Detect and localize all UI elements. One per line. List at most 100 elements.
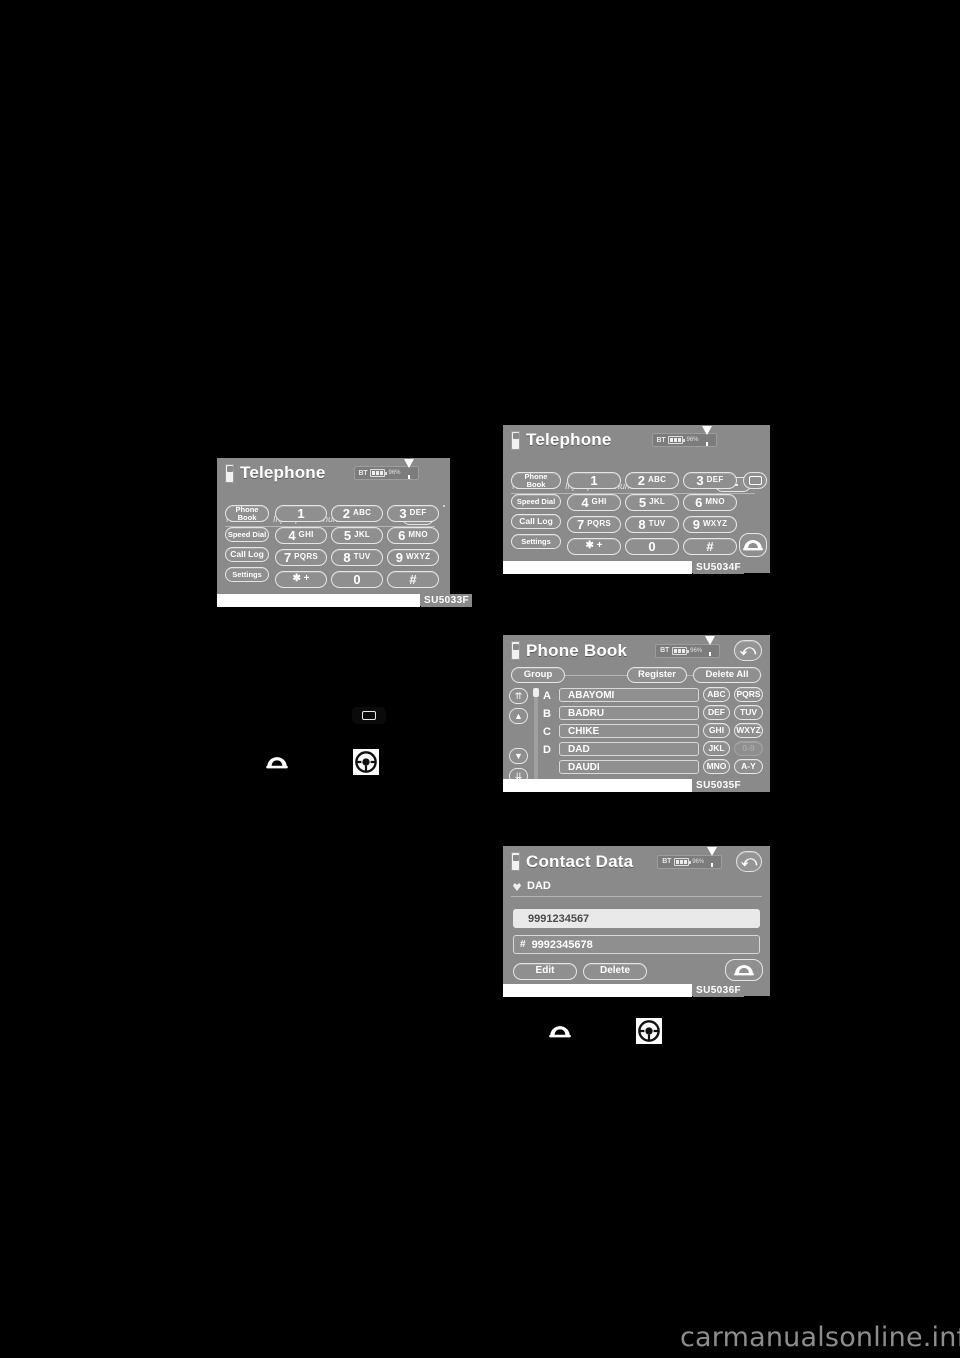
back-arrow-icon: ⤺ xyxy=(740,642,757,659)
speed-dial-button[interactable]: Speed Dial xyxy=(511,494,561,509)
alpha-key-mno[interactable]: MNO xyxy=(703,759,730,774)
call-button[interactable] xyxy=(725,959,763,981)
caption-bar xyxy=(503,984,692,997)
entry-letter: B xyxy=(543,708,551,720)
keypad-key-6[interactable]: 6 MNO xyxy=(683,494,737,511)
figure-contact-data: Contact Data BT 96% ⤺ DAD 9991234567 # 9… xyxy=(503,846,770,996)
scroll-down-icon: ▼ xyxy=(514,750,523,761)
battery-icon xyxy=(668,436,686,444)
keypad-key-star[interactable]: ✱ + xyxy=(567,538,621,555)
delete-button[interactable]: Delete xyxy=(583,963,647,980)
keypad-key-6[interactable]: 6 MNO xyxy=(387,527,439,544)
phone-book-entry[interactable]: CHIKE xyxy=(559,724,699,738)
keypad-key-4[interactable]: 4 GHI xyxy=(275,527,327,544)
group-button[interactable]: Group xyxy=(511,667,565,683)
register-button[interactable]: Register xyxy=(627,667,687,683)
scroll-down-button[interactable]: ▼ xyxy=(509,748,528,764)
keypad-key-star[interactable]: ✱ + xyxy=(275,571,327,588)
edit-button[interactable]: Edit xyxy=(513,963,577,980)
alpha-key-a-y[interactable]: A-Y xyxy=(734,759,763,774)
alpha-key-jkl[interactable]: JKL xyxy=(703,741,730,756)
phone-book-entry[interactable]: DAUDI xyxy=(559,760,699,774)
key-letters: GHI xyxy=(591,497,607,507)
key-digit: 5 xyxy=(343,527,352,543)
alpha-key-tuv[interactable]: TUV xyxy=(734,705,763,720)
key-letters: JKL xyxy=(354,530,371,540)
status-bar: BT 96% xyxy=(651,425,717,452)
key-digit: 9 xyxy=(692,516,700,532)
keypad-key-5[interactable]: 5 JKL xyxy=(331,527,383,544)
alpha-key-abc[interactable]: ABC xyxy=(703,687,730,702)
phone-book-entry[interactable]: BADRU xyxy=(559,706,699,720)
key-letters: WXYZ xyxy=(702,519,728,529)
display-off-icon-button[interactable] xyxy=(443,505,445,507)
caption-bar xyxy=(217,594,420,607)
keypad-key-7[interactable]: 7 PQRS xyxy=(567,516,621,533)
phone-book-entry[interactable]: ABAYOMI xyxy=(559,688,699,702)
contact-number-row[interactable]: 9991234567 xyxy=(513,909,760,928)
scrollbar-thumb[interactable] xyxy=(533,688,539,697)
keypad-key-8[interactable]: 8 TUV xyxy=(625,516,679,533)
key-digit: 5 xyxy=(638,494,647,510)
keypad-key-9[interactable]: 9 WXYZ xyxy=(387,549,439,566)
alpha-key-label: JKL xyxy=(708,743,725,754)
key-digit: 2 xyxy=(637,472,645,488)
entry-letter: C xyxy=(543,726,551,738)
phone-book-button[interactable]: Phone Book xyxy=(225,505,269,522)
key-digit: ✱ + xyxy=(585,540,603,552)
back-button[interactable]: ⤺ xyxy=(736,851,762,872)
keypad-key-hash[interactable]: # xyxy=(683,538,737,555)
keypad-key-hash[interactable]: # xyxy=(387,571,439,588)
phone-book-entry[interactable]: DAD xyxy=(559,742,699,756)
site-watermark: carmanualsonline.info xyxy=(680,1322,960,1353)
keypad-key-9[interactable]: 9 WXYZ xyxy=(683,516,737,533)
back-button[interactable]: ⤺ xyxy=(734,640,762,661)
edit-label: Edit xyxy=(535,965,555,977)
keypad-key-2[interactable]: 2 ABC xyxy=(331,505,383,522)
phone-book-button[interactable]: Phone Book xyxy=(511,472,561,489)
keypad-key-1[interactable]: 1 xyxy=(567,472,621,489)
delete-all-button[interactable]: Delete All xyxy=(693,667,761,683)
call-log-button[interactable]: Call Log xyxy=(225,547,269,562)
alpha-key-pqrs[interactable]: PQRS xyxy=(734,687,763,702)
call-button[interactable] xyxy=(739,533,767,557)
battery-icon xyxy=(370,469,388,477)
scrollbar-track[interactable] xyxy=(534,690,538,782)
key-letters: DEF xyxy=(706,475,724,485)
mobile-phone-icon xyxy=(511,852,520,871)
scroll-top-icon: ⇈ xyxy=(514,690,523,701)
key-letters: JKL xyxy=(649,497,666,507)
signal-antenna-icon xyxy=(707,847,718,873)
call-log-button[interactable]: Call Log xyxy=(511,514,561,529)
alpha-key-wxyz[interactable]: WXYZ xyxy=(734,723,763,738)
keypad-key-8[interactable]: 8 TUV xyxy=(331,549,383,566)
settings-button[interactable]: Settings xyxy=(511,534,561,549)
keypad-key-2[interactable]: 2 ABC xyxy=(625,472,679,489)
contact-number-row[interactable]: # 9992345678 xyxy=(513,935,760,954)
scroll-up-button[interactable]: ▲ xyxy=(509,708,528,724)
speed-dial-label: Speed Dial xyxy=(516,496,556,506)
keypad-key-3[interactable]: 3 DEF xyxy=(683,472,737,489)
screen-title: Telephone xyxy=(240,463,326,482)
keypad-key-5[interactable]: 5 JKL xyxy=(625,494,679,511)
key-digit: 1 xyxy=(590,472,598,488)
settings-button[interactable]: Settings xyxy=(225,567,269,582)
keypad-key-4[interactable]: 4 GHI xyxy=(567,494,621,511)
keypad-key-3[interactable]: 3 DEF xyxy=(387,505,439,522)
key-digit: ✱ + xyxy=(292,573,310,585)
keypad-key-0[interactable]: 0 xyxy=(625,538,679,555)
scroll-top-button[interactable]: ⇈ xyxy=(509,688,528,704)
keypad-key-7[interactable]: 7 PQRS xyxy=(275,549,327,566)
keypad-key-0[interactable]: 0 xyxy=(331,571,383,588)
keypad-key-1[interactable]: 1 xyxy=(275,505,327,522)
key-digit: 0 xyxy=(353,571,361,587)
screen-title: Phone Book xyxy=(526,640,628,660)
alpha-key-ghi[interactable]: GHI xyxy=(703,723,730,738)
display-off-button[interactable] xyxy=(743,472,767,489)
battery-percent: 96% xyxy=(388,470,401,476)
alpha-key-label: PQRS xyxy=(736,689,761,700)
key-letters: DEF xyxy=(409,508,427,518)
alpha-key-def[interactable]: DEF xyxy=(703,705,730,720)
speed-dial-button[interactable]: Speed Dial xyxy=(225,527,269,542)
contact-number: 9992345678 xyxy=(531,938,593,951)
